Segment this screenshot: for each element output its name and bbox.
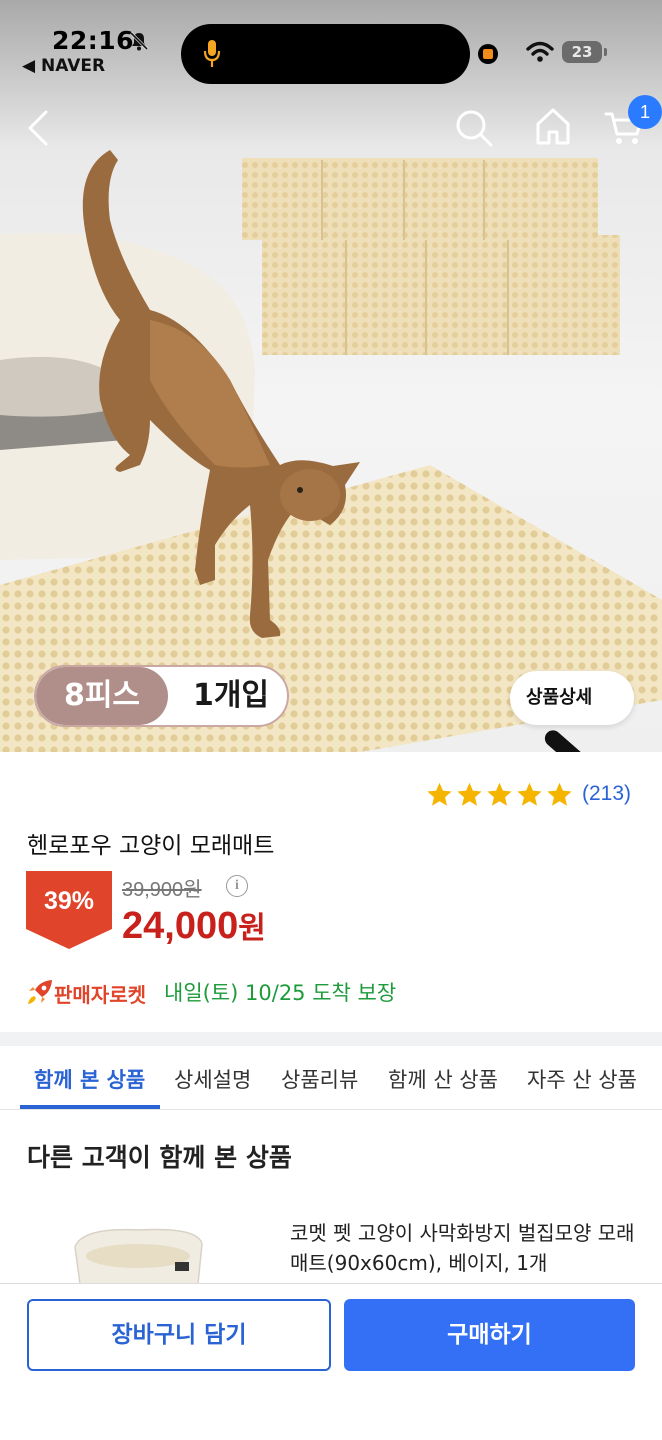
rating[interactable]: (213) [426,780,631,808]
discount-rate: 39% [43,887,95,915]
delivery-guarantee: 내일(토) 10/25 도착 보장 [164,981,397,1005]
star-icon [427,782,452,806]
chevron-right-icon [544,730,581,752]
search-icon[interactable] [454,108,494,148]
home-icon[interactable] [533,106,573,146]
original-price: 39,900원 [122,879,202,901]
silent-bell-icon [129,31,149,51]
product-detail-button[interactable]: 상품상세 [510,671,634,752]
dynamic-island [181,24,470,84]
litter-box-image [74,1228,203,1284]
back-arrow-icon[interactable] [24,106,54,150]
wifi-icon [526,41,554,62]
recommended-item-thumbnail[interactable] [70,1222,210,1284]
section-title: 다른 고객이 함께 본 상품 [27,1143,292,1172]
product-detail-label: 상품상세 [526,687,593,708]
recommended-item-name[interactable]: 코멧 펫 고양이 사막화방지 벌집모양 모래매트(90x60cm), 베이지, … [290,1218,640,1278]
active-tab-indicator [20,1105,160,1109]
microphone-icon [203,40,221,67]
star-icon [547,782,572,806]
tab-bought-together[interactable]: 함께 산 상품 [388,1064,498,1094]
buy-now-button[interactable]: 구매하기 [344,1299,635,1371]
product-tabs: 함께 본 상품 상세설명 상품리뷰 함께 산 상품 자주 산 상품 [0,1046,662,1110]
tab-frequently-bought[interactable]: 자주 산 상품 [527,1064,637,1094]
product-image[interactable]: 22:16 ◀ NAVER 23 1 8피스 1개입 상품상세 [0,0,662,752]
option-count-label: 1개입 [192,678,270,713]
option-pieces-label: 8피스 [36,667,168,725]
seller-rocket-label: 판매자로켓 [54,983,146,1007]
battery-level: 23 [562,41,607,63]
tab-viewed-together[interactable]: 함께 본 상품 [34,1064,145,1094]
product-title: 헨로포우 고양이 모래매트 [27,833,275,859]
info-icon[interactable]: i [226,875,248,897]
recording-indicator-icon [478,44,498,64]
sale-price-number: 24,000 [122,905,239,947]
status-time: 22:16 [52,26,135,55]
status-bar: 22:16 ◀ NAVER 23 [0,0,662,90]
review-count[interactable]: (213) [582,782,631,806]
tab-reviews[interactable]: 상품리뷰 [281,1064,358,1094]
sale-price: 24,000원 [122,903,266,948]
option-chip: 8피스 1개입 [34,665,289,727]
star-icon [487,782,512,806]
sale-price-unit: 원 [238,912,266,945]
back-to-app-label[interactable]: ◀ NAVER [22,56,105,76]
star-icon [517,782,542,806]
cart-count-badge: 1 [628,95,662,129]
rocket-icon [28,980,52,1004]
add-to-cart-button[interactable]: 장바구니 담기 [27,1299,331,1371]
bottom-action-bar: 장바구니 담기 구매하기 [0,1283,662,1440]
section-divider [0,1032,662,1046]
tab-description[interactable]: 상세설명 [174,1064,251,1094]
star-icon [457,782,482,806]
